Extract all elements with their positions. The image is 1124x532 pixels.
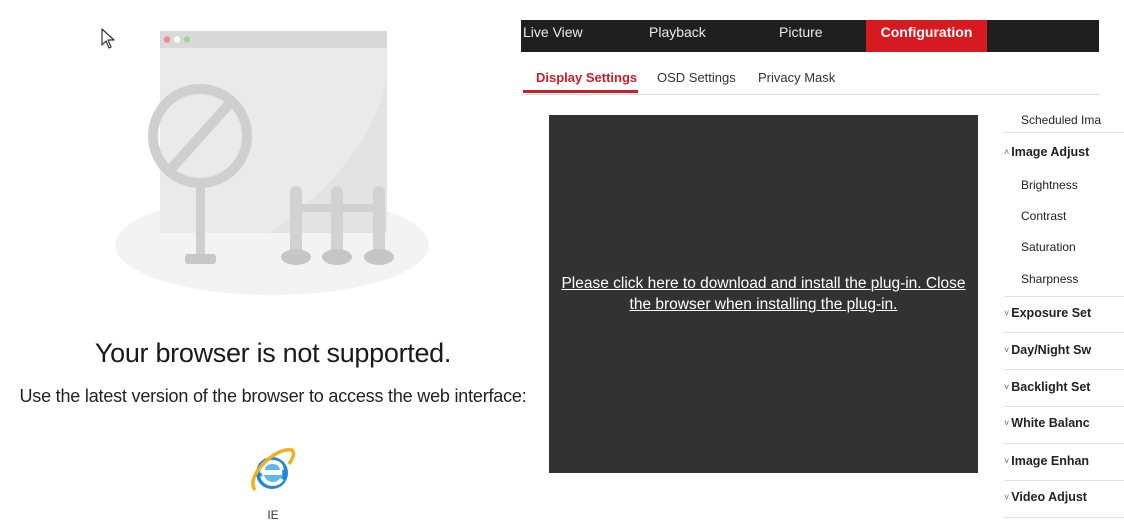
- unsupported-browser-illustration: [115, 31, 429, 295]
- tab-osd-settings[interactable]: OSD Settings: [657, 70, 736, 85]
- menu-backlight-settings[interactable]: ˅ Backlight Set: [1004, 380, 1090, 394]
- unsupported-browser-panel: Your browser is not supported. Use the l…: [0, 0, 540, 532]
- menu-whitebalance-label: White Balanc: [1011, 416, 1090, 430]
- nav-picture[interactable]: Picture: [779, 20, 823, 52]
- menu-image-adjustment-label: Image Adjust: [1011, 145, 1090, 159]
- chevron-down-icon: ˅: [1004, 345, 1010, 355]
- menu-divider: [1004, 517, 1124, 518]
- menu-divider: [1004, 296, 1124, 297]
- sub-tab-bar: Display Settings OSD Settings Privacy Ma…: [521, 52, 1099, 95]
- menu-brightness[interactable]: Brightness: [1021, 178, 1078, 192]
- top-navigation-bar: Live View Playback Picture Configuration: [521, 20, 1099, 52]
- menu-sharpness[interactable]: Sharpness: [1021, 272, 1078, 286]
- chevron-down-icon: ˅: [1004, 308, 1010, 318]
- menu-exposure-label: Exposure Set: [1011, 306, 1092, 320]
- menu-divider: [1004, 369, 1124, 370]
- internet-explorer-icon[interactable]: [250, 446, 296, 504]
- tab-display-settings[interactable]: Display Settings: [536, 70, 637, 85]
- menu-contrast[interactable]: Contrast: [1021, 209, 1066, 223]
- menu-divider: [1004, 132, 1124, 133]
- menu-videoadjust-label: Video Adjust: [1011, 490, 1087, 504]
- menu-exposure-settings[interactable]: ˅ Exposure Set: [1004, 306, 1091, 320]
- menu-day-night-switch[interactable]: ˅ Day/Night Sw: [1004, 343, 1091, 357]
- plugin-message-line1[interactable]: Please click here to download and instal…: [549, 273, 978, 294]
- chevron-down-icon: ˅: [1004, 456, 1010, 466]
- active-tab-indicator: [523, 90, 638, 93]
- chevron-up-icon: ˄: [1004, 147, 1010, 157]
- menu-divider: [1004, 332, 1124, 333]
- menu-image-adjustment[interactable]: ˄ Image Adjust: [1004, 145, 1089, 159]
- menu-divider: [1004, 480, 1124, 481]
- menu-divider: [1004, 443, 1124, 444]
- tab-privacy-mask[interactable]: Privacy Mask: [758, 70, 835, 85]
- unsupported-subtitle: Use the latest version of the browser to…: [19, 386, 527, 406]
- chevron-down-icon: ˅: [1004, 382, 1010, 392]
- menu-saturation[interactable]: Saturation: [1021, 240, 1076, 254]
- menu-image-enhancement[interactable]: ˅ Image Enhan: [1004, 454, 1089, 468]
- plugin-message-line2[interactable]: the browser when installing the plug-in.: [549, 294, 978, 315]
- menu-backlight-label: Backlight Set: [1011, 380, 1091, 394]
- plugin-download-link[interactable]: Please click here to download and instal…: [549, 273, 978, 315]
- chevron-down-icon: ˅: [1004, 418, 1010, 428]
- menu-daynight-label: Day/Night Sw: [1011, 343, 1092, 357]
- browser-name-label: IE: [267, 508, 279, 522]
- chevron-down-icon: ˅: [1004, 492, 1010, 502]
- video-preview-area: Please click here to download and instal…: [549, 115, 978, 473]
- menu-video-adjustment[interactable]: ˅ Video Adjust: [1004, 490, 1087, 504]
- menu-enhancement-label: Image Enhan: [1011, 454, 1090, 468]
- menu-white-balance[interactable]: ˅ White Balanc: [1004, 416, 1090, 430]
- nav-configuration[interactable]: Configuration: [866, 20, 987, 52]
- unsupported-title: Your browser is not supported.: [94, 338, 452, 368]
- nav-live-view[interactable]: Live View: [523, 20, 583, 52]
- menu-divider: [1004, 406, 1124, 407]
- camera-web-interface: Live View Playback Picture Configuration…: [521, 0, 1124, 532]
- menu-scheduled-image[interactable]: Scheduled Ima: [1021, 113, 1101, 127]
- nav-playback[interactable]: Playback: [649, 20, 706, 52]
